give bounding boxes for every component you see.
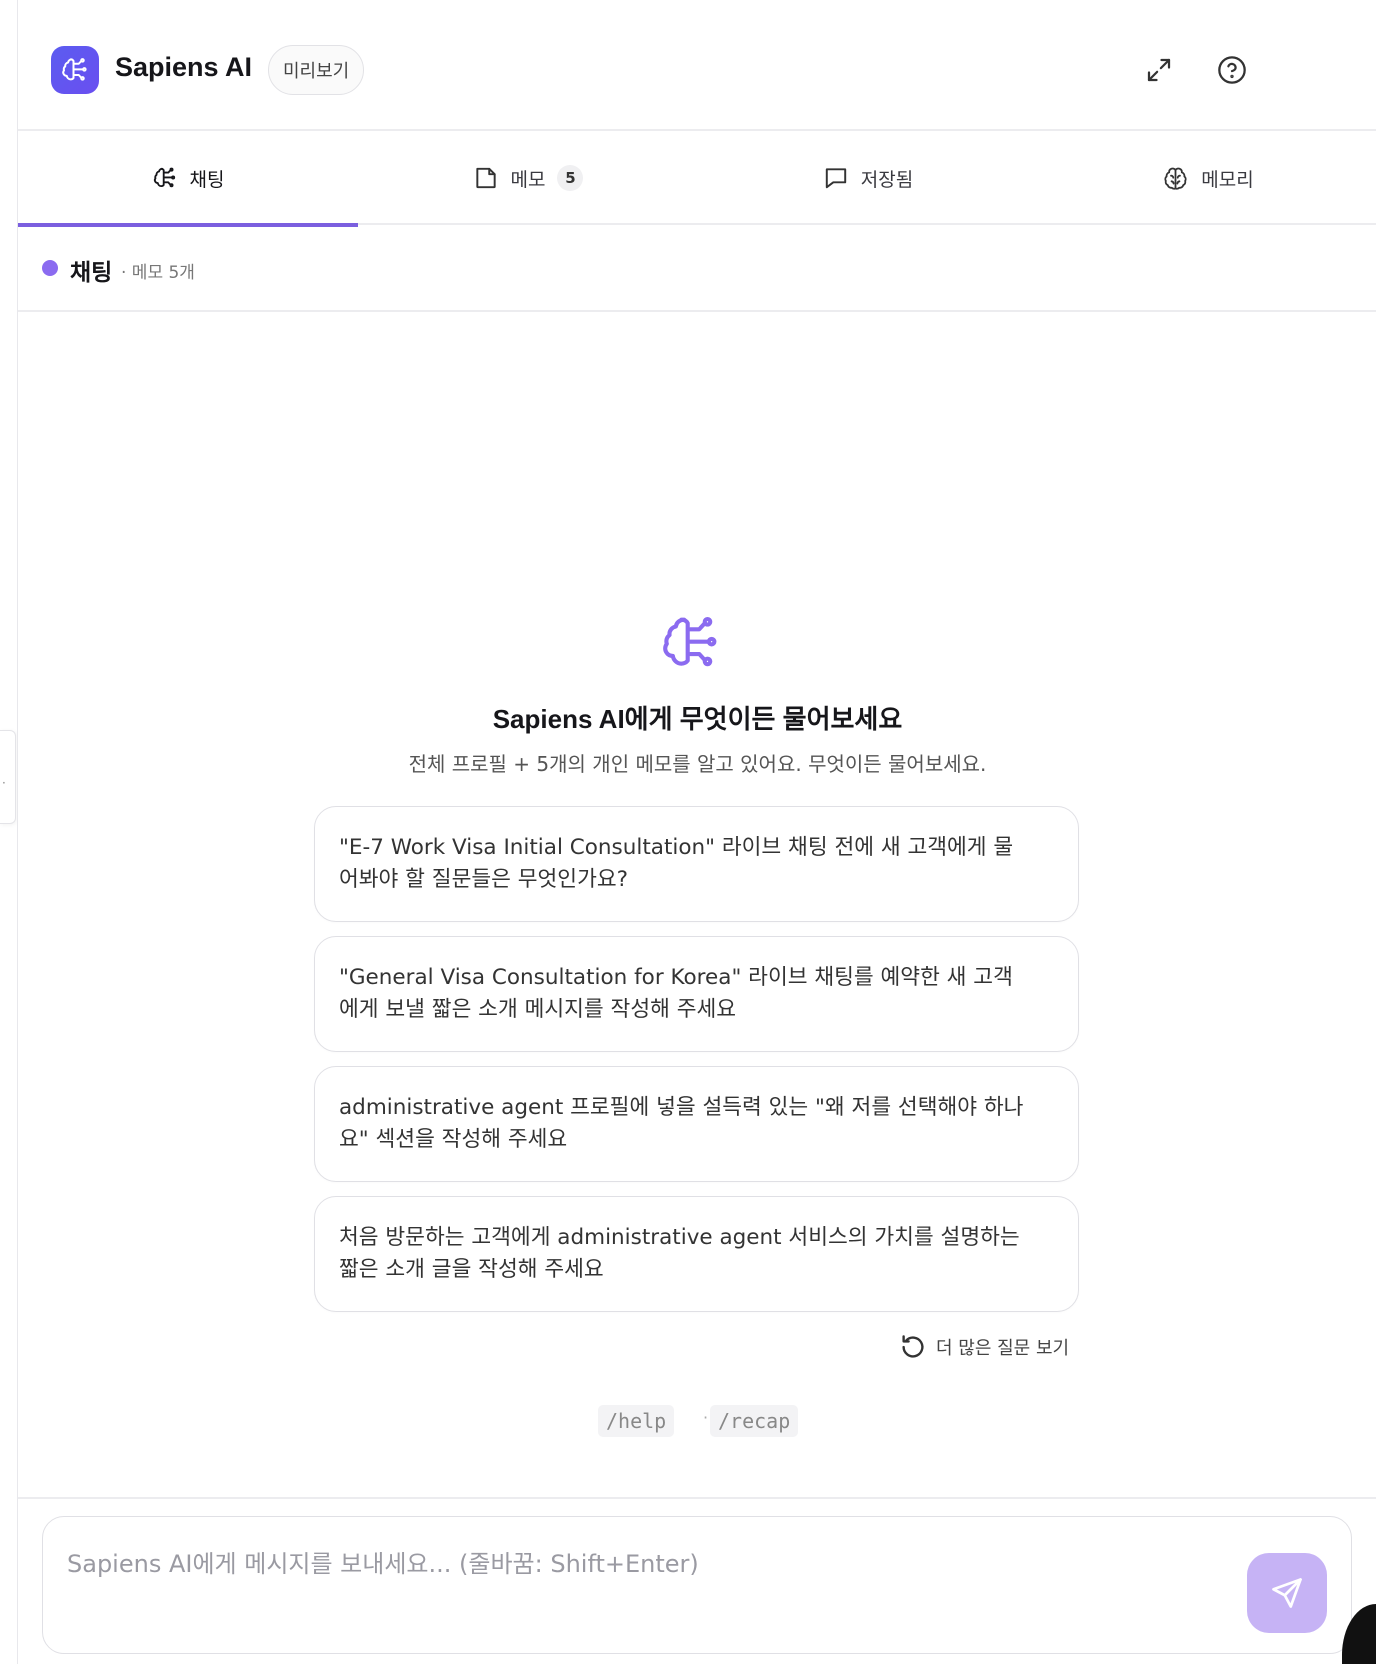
message-composer xyxy=(42,1516,1352,1654)
refresh-icon xyxy=(902,1335,924,1358)
toggle-handle-icon: · xyxy=(2,776,6,790)
status-dot xyxy=(42,260,58,276)
tab-notes[interactable]: 메모 5 xyxy=(358,131,698,225)
panel-header: Sapiens AI 미리보기 xyxy=(18,0,1376,131)
tab-notes-label: 메모 xyxy=(510,168,546,191)
subheader-meta: · 메모 5개 xyxy=(121,263,195,283)
empty-state-subtitle: 전체 프로필 + 5개의 개인 메모를 알고 있어요. 무엇이든 물어보세요. xyxy=(408,752,987,776)
suggestion-card[interactable]: 처음 방문하는 고객에게 administrative agent 서비스의 가… xyxy=(314,1196,1079,1312)
suggestion-card[interactable]: "General Visa Consultation for Korea" 라이… xyxy=(314,936,1079,1052)
suggestion-text-line: 처음 방문하는 고객에게 administrative agent 서비스의 가… xyxy=(339,1225,1020,1250)
suggestion-text-line: "E-7 Work Visa Initial Consultation" 라이브… xyxy=(339,835,1014,860)
recap-command[interactable]: /recap xyxy=(710,1405,799,1437)
brain-icon xyxy=(51,46,99,94)
tab-memory-label: 메모리 xyxy=(1201,168,1254,191)
message-input[interactable] xyxy=(67,1539,1187,1589)
brain-icon xyxy=(658,610,724,676)
preview-badge: 미리보기 xyxy=(268,45,365,95)
suggestion-text-line: 요" 섹션을 작성해 주세요 xyxy=(339,1127,568,1152)
tab-saved-label: 저장됨 xyxy=(860,168,914,191)
suggestion-text-line: "General Visa Consultation for Korea" 라이… xyxy=(339,965,1013,990)
note-icon xyxy=(475,167,496,189)
tab-chat-label: 채팅 xyxy=(189,168,225,191)
assistant-panel: Sapiens AI 미리보기 채팅 메모 5 저장됨 메모리 채팅 · 메모 … xyxy=(17,0,1376,1664)
side-panel-toggle[interactable]: · xyxy=(0,730,16,824)
suggestion-text-line: 짧은 소개 글을 작성해 주세요 xyxy=(339,1257,604,1282)
brain-icon xyxy=(153,167,175,188)
suggestion-text-line: 어봐야 할 질문들은 무엇인가요? xyxy=(339,867,629,892)
composer-area xyxy=(18,1497,1376,1664)
command-separator: · xyxy=(703,1408,709,1427)
chat-subheader: 채팅 · 메모 5개 xyxy=(18,225,1376,312)
more-questions-button[interactable]: 더 많은 질문 보기 xyxy=(898,1330,1069,1364)
more-questions-label: 더 많은 질문 보기 xyxy=(936,1338,1070,1359)
expand-icon[interactable] xyxy=(1141,52,1177,88)
tab-bar: 채팅 메모 5 저장됨 메모리 xyxy=(18,131,1376,227)
notes-count-badge: 5 xyxy=(557,165,584,191)
empty-state-title: Sapiens AI에게 무엇이든 물어보세요 xyxy=(492,704,903,734)
subheader-title: 채팅 xyxy=(70,260,113,286)
suggestion-text-line: administrative agent 프로필에 넣을 설득력 있는 "왜 저… xyxy=(339,1095,1024,1120)
tab-chat[interactable]: 채팅 xyxy=(18,131,358,227)
help-circle-icon[interactable] xyxy=(1214,52,1250,88)
suggestion-text-line: 에게 보낼 짧은 소개 메시지를 작성해 주세요 xyxy=(339,997,737,1022)
suggestion-card[interactable]: "E-7 Work Visa Initial Consultation" 라이브… xyxy=(314,806,1079,922)
memory-brain-icon xyxy=(1164,167,1187,190)
help-command[interactable]: /help xyxy=(598,1405,675,1437)
send-button[interactable] xyxy=(1247,1553,1327,1633)
suggestion-card[interactable]: administrative agent 프로필에 넣을 설득력 있는 "왜 저… xyxy=(314,1066,1079,1182)
send-icon xyxy=(1272,1578,1302,1608)
tab-saved[interactable]: 저장됨 xyxy=(698,131,1038,225)
app-title: Sapiens AI xyxy=(115,52,253,82)
tab-memory[interactable]: 메모리 xyxy=(1038,131,1376,225)
chat-bubble-icon xyxy=(825,168,846,189)
